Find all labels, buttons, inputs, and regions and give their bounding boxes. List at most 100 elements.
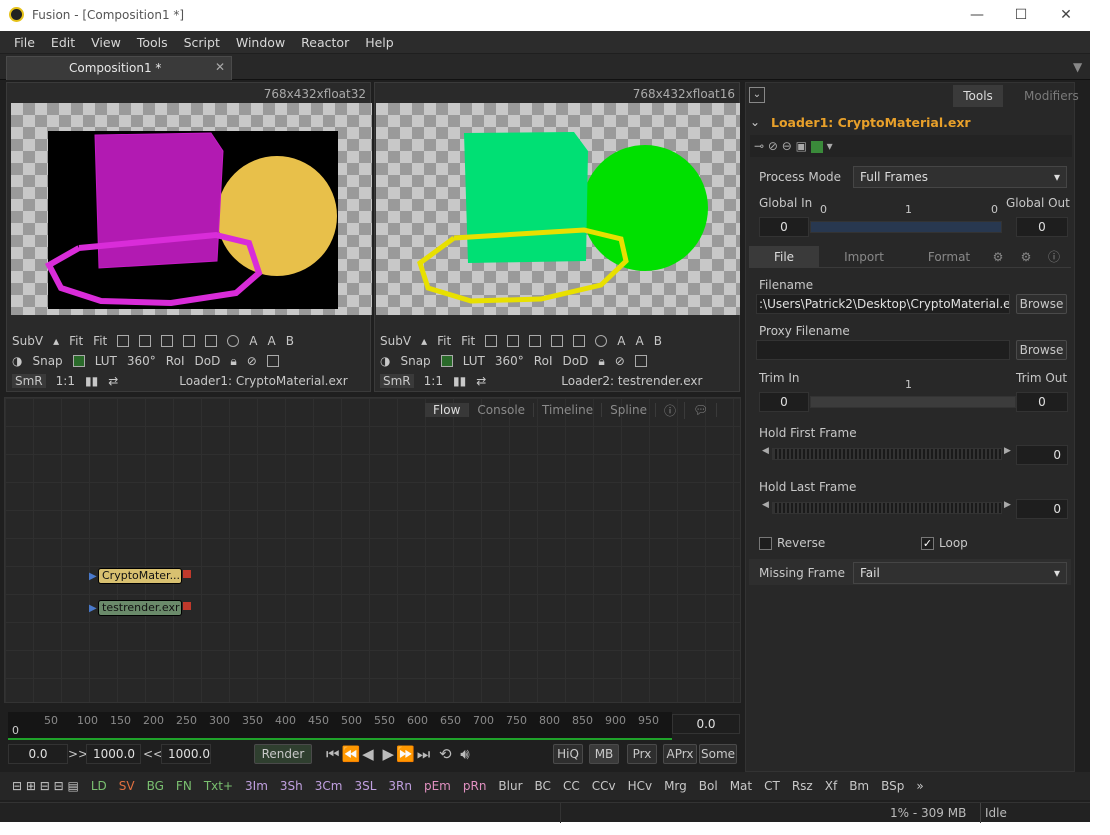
checker-icon[interactable] [266,355,279,367]
info-icon[interactable]: ⓘ [656,401,685,419]
hold-first-field[interactable]: 0 [1016,445,1068,465]
inspector-collapse-icon[interactable]: ⌄ [749,87,765,103]
menu-view[interactable]: View [91,35,121,50]
global-out-field[interactable]: 0 [1016,217,1068,237]
process-mode-dropdown[interactable]: Full Frames ▾ [853,166,1067,188]
trim-out-field[interactable]: 0 [1016,392,1068,412]
tab-composition1[interactable]: Composition1 * ✕ [6,56,232,80]
bspline-icon[interactable] [507,335,520,347]
tool-3cm[interactable]: 3Cm [315,779,343,793]
tool-header-icons[interactable]: ⊸ ⊘ ⊖ ▣ ▾ [750,135,1072,157]
minimize-icon[interactable]: — [966,4,988,26]
subtab-file[interactable]: File [749,246,819,267]
text-a-icon[interactable]: A [617,334,625,348]
color-channel-icon[interactable] [72,355,85,367]
viewer-loader-name[interactable]: Loader1: CryptoMaterial.exr [179,374,347,388]
render-end-field[interactable]: 1000.0 [161,744,211,764]
fit2-button[interactable]: Fit [461,334,475,348]
roi-button[interactable]: RoI [166,354,185,368]
tool-pem[interactable]: pEm [424,779,451,793]
wand-icon[interactable] [551,335,564,347]
render-button[interactable]: Render [254,744,312,764]
snap-button[interactable]: Snap [400,354,430,368]
more-tools-icon[interactable]: » [916,779,923,793]
levels-icon[interactable]: ▮▮ [85,374,98,388]
filename-browse-button[interactable]: Browse [1016,294,1067,314]
tool-mat[interactable]: Mat [730,779,752,793]
menu-help[interactable]: Help [365,35,394,50]
filename-field[interactable]: :\Users\Patrick2\Desktop\CryptoMaterial.… [756,294,1010,314]
polyline-icon[interactable] [117,335,130,347]
text-a-icon[interactable]: A [249,334,257,348]
missing-frame-dropdown[interactable]: Fail ▾ [853,562,1067,584]
fit-button[interactable]: Fit [437,334,451,348]
glasses-icon[interactable]: ◑ [12,354,22,368]
close-icon[interactable]: ✕ [1055,4,1077,26]
wand-icon[interactable] [183,335,196,347]
comment-icon[interactable]: 💬︎ [685,403,718,417]
menu-script[interactable]: Script [184,35,220,50]
tool-sv[interactable]: SV [119,779,135,793]
hiq-button[interactable]: HiQ [553,744,583,764]
global-in-field[interactable]: 0 [759,217,809,237]
checker-icon[interactable] [634,355,647,367]
glasses-icon[interactable]: ◑ [380,354,390,368]
subtab-import[interactable]: Import [829,246,899,267]
hold-last-slider[interactable] [772,502,1002,514]
loop-checkbox[interactable]: ✓ [921,537,934,550]
menu-reactor[interactable]: Reactor [301,35,349,50]
viewer-loader-name[interactable]: Loader2: testrender.exr [561,374,702,388]
tool-bsp[interactable]: BSp [881,779,904,793]
viewer-image[interactable] [11,103,372,315]
some-button[interactable]: Some [699,744,737,764]
menu-window[interactable]: Window [236,35,285,50]
reverse-checkbox[interactable] [759,537,772,550]
slider-right-icon[interactable]: ▶ [1004,446,1011,456]
tab-menu-icon[interactable]: ▼ [1073,60,1082,74]
tab-console[interactable]: Console [469,403,535,417]
subtab-settings-icon[interactable]: ⚙ [984,246,1012,267]
subv-button[interactable]: SubV [380,334,411,348]
tool-ct[interactable]: CT [764,779,780,793]
fit2-button[interactable]: Fit [93,334,107,348]
paint-icon[interactable] [161,335,174,347]
tab-spline[interactable]: Spline [602,403,656,417]
tool-cc[interactable]: CC [563,779,580,793]
tab-timeline[interactable]: Timeline [534,403,603,417]
tool-bc[interactable]: BC [535,779,551,793]
tool-bm[interactable]: Bm [849,779,869,793]
tool-ld[interactable]: LD [91,779,107,793]
viewer-left[interactable]: 768x432xfloat32 SubV ▴ Fit Fit A A B ◑ S… [6,82,372,392]
tab-modifiers[interactable]: Modifiers [1024,89,1079,103]
trim-in-field[interactable]: 0 [759,392,809,412]
tab-tools[interactable]: Tools [953,85,1003,107]
tool-fn[interactable]: FN [176,779,192,793]
ratio-button[interactable]: 1:1 [56,374,75,388]
tool-ccv[interactable]: CCv [592,779,616,793]
bspline-icon[interactable] [139,335,152,347]
hold-first-slider[interactable] [772,448,1002,460]
smr-button[interactable]: SmR [380,374,414,388]
snap-button[interactable]: Snap [32,354,62,368]
node-testrender[interactable]: testrender.exr [98,600,182,616]
tool-blur[interactable]: Blur [498,779,522,793]
hold-last-field[interactable]: 0 [1016,499,1068,519]
slider-left-icon[interactable]: ◀ [762,500,769,510]
render-start-field[interactable]: 0.0 [8,744,68,764]
menu-file[interactable]: File [14,35,35,50]
tool-rsz[interactable]: Rsz [792,779,813,793]
tool-bg[interactable]: BG [147,779,164,793]
tool-mrg[interactable]: Mrg [664,779,687,793]
ellipse-icon[interactable] [227,335,240,347]
text-ab-icon[interactable]: A [635,334,643,348]
tool-3im[interactable]: 3Im [245,779,268,793]
viewer-image[interactable] [376,103,740,315]
color-swatch-icon[interactable] [810,140,823,153]
link-icon[interactable]: ⊘ [247,354,257,368]
node-cryptomaterial[interactable]: CryptoMater... [98,568,182,584]
current-time-field[interactable]: 0.0 [672,714,740,734]
maximize-icon[interactable]: ☐ [1010,4,1032,26]
global-range-slider[interactable] [810,221,1002,233]
subtab-info-icon[interactable]: ⓘ [1040,246,1068,267]
polyline-icon[interactable] [485,335,498,347]
